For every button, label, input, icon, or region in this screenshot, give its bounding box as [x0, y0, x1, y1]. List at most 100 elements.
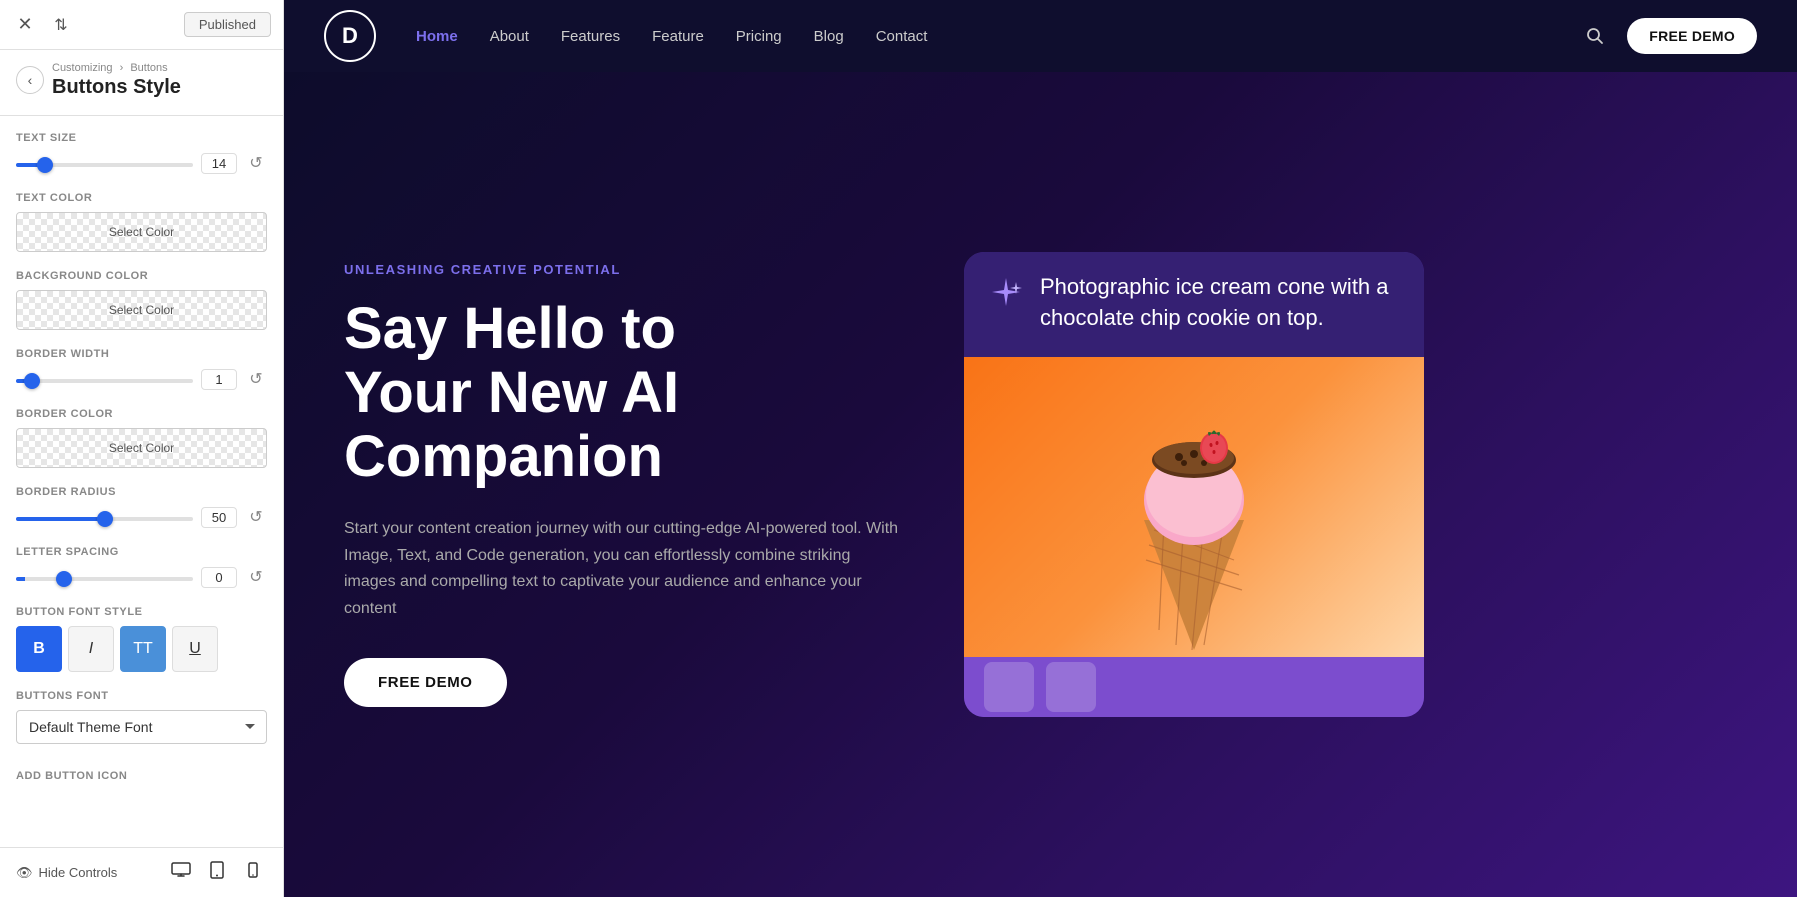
font-style-label: BUTTON FONT STYLE [16, 606, 267, 618]
underline-button[interactable]: U [172, 626, 218, 672]
add-button-icon-group: ADD BUTTON ICON [16, 762, 267, 802]
hero-content: UNLEASHING CREATIVE POTENTIAL Say Hello … [344, 262, 904, 707]
text-size-label: TEXT SIZE [16, 132, 267, 144]
desktop-view-button[interactable] [167, 859, 195, 887]
border-color-group: BORDER COLOR Select Color [16, 408, 267, 468]
add-button-icon-label: ADD BUTTON ICON [16, 770, 267, 782]
card-thumb-2 [1046, 662, 1096, 712]
letter-spacing-group: LETTER SPACING 0 ↺ [16, 546, 267, 588]
close-icon: ✕ [17, 14, 32, 35]
bold-button[interactable]: B [16, 626, 62, 672]
nav-link-pricing[interactable]: Pricing [736, 28, 782, 45]
hero-title: Say Hello to Your New AI Companion [344, 297, 904, 488]
border-width-slider-container [16, 370, 193, 388]
sort-icon: ⇅ [54, 15, 67, 35]
left-panel: ✕ ⇅ Published ‹ Customizing › Buttons Bu… [0, 0, 284, 897]
buttons-font-select[interactable]: Default Theme Font Arial Georgia Helveti… [16, 710, 267, 744]
text-color-group: TEXT COLOR Select Color [16, 192, 267, 252]
border-color-picker-label: Select Color [17, 429, 266, 467]
border-radius-label: BORDER RADIUS [16, 486, 267, 498]
bg-color-picker-label: Select Color [17, 291, 266, 329]
nav-links: Home About Features Feature Pricing Blog… [416, 28, 1583, 45]
panel-header: ‹ Customizing › Buttons Buttons Style [0, 50, 283, 116]
back-arrow-button[interactable]: ‹ [16, 66, 44, 94]
nav-link-contact[interactable]: Contact [876, 28, 928, 45]
ai-card: Photographic ice cream cone with a choco… [964, 252, 1424, 718]
breadcrumb: Customizing › Buttons [52, 62, 267, 74]
nav-link-about[interactable]: About [490, 28, 529, 45]
mobile-view-button[interactable] [239, 859, 267, 887]
eye-icon: 👁 [16, 865, 33, 881]
preview-area: D Home About Features Feature Pricing Bl… [284, 0, 1797, 897]
border-width-row: 1 ↺ [16, 368, 267, 390]
published-button[interactable]: Published [184, 12, 271, 37]
letter-spacing-slider-container [16, 568, 193, 586]
text-color-picker[interactable]: Select Color [16, 212, 267, 252]
font-style-group: BUTTON FONT STYLE B I TT U [16, 606, 267, 672]
view-icons [167, 859, 267, 887]
nav-link-feature[interactable]: Feature [652, 28, 704, 45]
desktop-icon [171, 862, 191, 883]
panel-title-block: Customizing › Buttons Buttons Style [52, 62, 267, 99]
ai-card-bottom [964, 657, 1424, 717]
ai-card-top: Photographic ice cream cone with a choco… [964, 252, 1424, 358]
nav-search-button[interactable] [1583, 24, 1607, 48]
tt-button[interactable]: TT [120, 626, 166, 672]
border-radius-value[interactable]: 50 [201, 507, 237, 528]
nav-link-home[interactable]: Home [416, 28, 458, 45]
border-radius-row: 50 ↺ [16, 506, 267, 528]
letter-spacing-reset[interactable]: ↺ [245, 566, 267, 588]
hero-section: UNLEASHING CREATIVE POTENTIAL Say Hello … [284, 72, 1797, 897]
top-bar: ✕ ⇅ Published [0, 0, 283, 50]
border-radius-slider[interactable] [16, 517, 193, 521]
card-thumb-1 [984, 662, 1034, 712]
letter-spacing-label: LETTER SPACING [16, 546, 267, 558]
nav-link-blog[interactable]: Blog [814, 28, 844, 45]
hero-description: Start your content creation journey with… [344, 516, 904, 622]
nav-cta-button[interactable]: FREE DEMO [1627, 18, 1757, 54]
back-icon: ‹ [28, 72, 33, 88]
letter-spacing-value[interactable]: 0 [201, 567, 237, 588]
bg-color-picker[interactable]: Select Color [16, 290, 267, 330]
text-size-row: 14 ↺ [16, 152, 267, 174]
text-size-slider-container [16, 154, 193, 172]
border-width-slider[interactable] [16, 379, 193, 383]
tablet-view-button[interactable] [203, 859, 231, 887]
border-color-picker[interactable]: Select Color [16, 428, 267, 468]
text-color-picker-label: Select Color [17, 213, 266, 251]
text-size-slider[interactable] [16, 163, 193, 167]
border-width-label: BORDER WIDTH [16, 348, 267, 360]
letter-spacing-row: 0 ↺ [16, 566, 267, 588]
sort-button[interactable]: ⇅ [48, 12, 74, 38]
italic-button[interactable]: I [68, 626, 114, 672]
letter-spacing-slider[interactable] [16, 577, 193, 581]
close-button[interactable]: ✕ [12, 12, 38, 38]
border-width-group: BORDER WIDTH 1 ↺ [16, 348, 267, 390]
hide-controls-button[interactable]: 👁 Hide Controls [16, 865, 117, 881]
mobile-icon [248, 862, 258, 883]
buttons-font-label: BUTTONS FONT [16, 690, 267, 702]
border-color-label: BORDER COLOR [16, 408, 267, 420]
text-size-group: TEXT SIZE 14 ↺ [16, 132, 267, 174]
bg-color-group: BACKGROUND COLOR Select Color [16, 270, 267, 330]
controls-area: TEXT SIZE 14 ↺ TEXT COLOR Select Color B… [0, 116, 283, 847]
border-width-reset[interactable]: ↺ [245, 368, 267, 390]
border-radius-group: BORDER RADIUS 50 ↺ [16, 486, 267, 528]
hero-cta-button[interactable]: FREE DEMO [344, 658, 507, 707]
border-width-value[interactable]: 1 [201, 369, 237, 390]
hero-tag: UNLEASHING CREATIVE POTENTIAL [344, 262, 904, 277]
ai-card-text: Photographic ice cream cone with a choco… [1040, 272, 1400, 334]
bg-color-label: BACKGROUND COLOR [16, 270, 267, 282]
border-radius-reset[interactable]: ↺ [245, 506, 267, 528]
bottom-bar: 👁 Hide Controls [0, 847, 283, 897]
tablet-icon [210, 861, 224, 884]
text-size-value[interactable]: 14 [201, 153, 237, 174]
text-size-reset[interactable]: ↺ [245, 152, 267, 174]
panel-title: Buttons Style [52, 76, 267, 99]
site-nav: D Home About Features Feature Pricing Bl… [284, 0, 1797, 72]
font-style-row: B I TT U [16, 626, 267, 672]
nav-link-features[interactable]: Features [561, 28, 620, 45]
border-radius-slider-container [16, 508, 193, 526]
ai-star-icon [988, 274, 1024, 318]
text-color-label: TEXT COLOR [16, 192, 267, 204]
